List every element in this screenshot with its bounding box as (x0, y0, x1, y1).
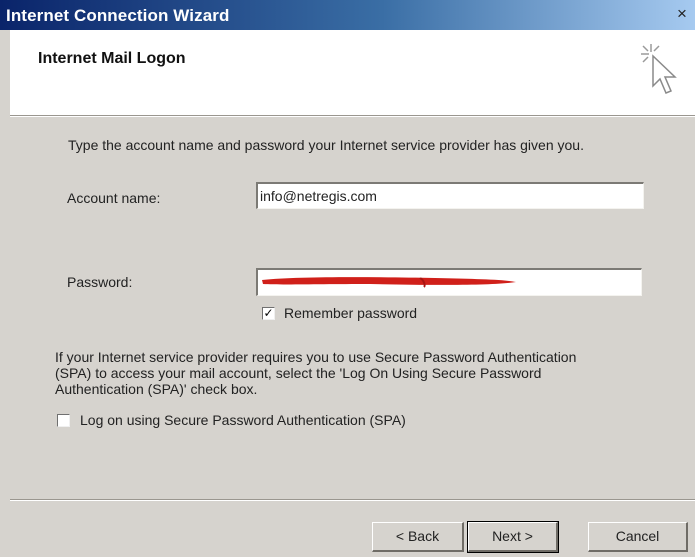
back-button[interactable]: < Back (372, 522, 464, 552)
account-name-label: Account name: (67, 190, 161, 206)
window-title: Internet Connection Wizard (6, 6, 230, 25)
cancel-button[interactable]: Cancel (588, 522, 688, 552)
account-name-value: info@netregis.com (260, 188, 377, 204)
password-redaction (262, 277, 516, 288)
title-bar: Internet Connection Wizard (0, 0, 695, 30)
footer-separator (10, 499, 695, 501)
spa-info-line-1: If your Internet service provider requir… (55, 349, 577, 365)
password-input[interactable] (256, 268, 642, 296)
close-button[interactable]: × (673, 5, 691, 23)
checkmark-icon: ✓ (263, 306, 274, 320)
wizard-cursor-icon (641, 44, 677, 94)
wizard-header: Internet Mail Logon (10, 30, 695, 115)
instructions-text: Type the account name and password your … (68, 137, 584, 153)
spa-checkbox-label[interactable]: Log on using Secure Password Authenticat… (80, 412, 406, 428)
spa-info-line-2: (SPA) to access your mail account, selec… (55, 365, 542, 381)
header-separator (10, 115, 695, 117)
password-label: Password: (67, 274, 133, 290)
spa-checkbox[interactable] (57, 414, 70, 427)
remember-password-checkbox[interactable]: ✓ (262, 307, 275, 320)
wizard-window: Internet Connection Wizard × Internet Ma… (0, 0, 695, 557)
page-title: Internet Mail Logon (38, 50, 186, 67)
spa-info-line-3: Authentication (SPA)' check box. (55, 381, 258, 397)
next-button[interactable]: Next > (467, 521, 559, 553)
remember-password-label[interactable]: Remember password (284, 305, 417, 321)
account-name-input[interactable]: info@netregis.com (256, 182, 644, 209)
